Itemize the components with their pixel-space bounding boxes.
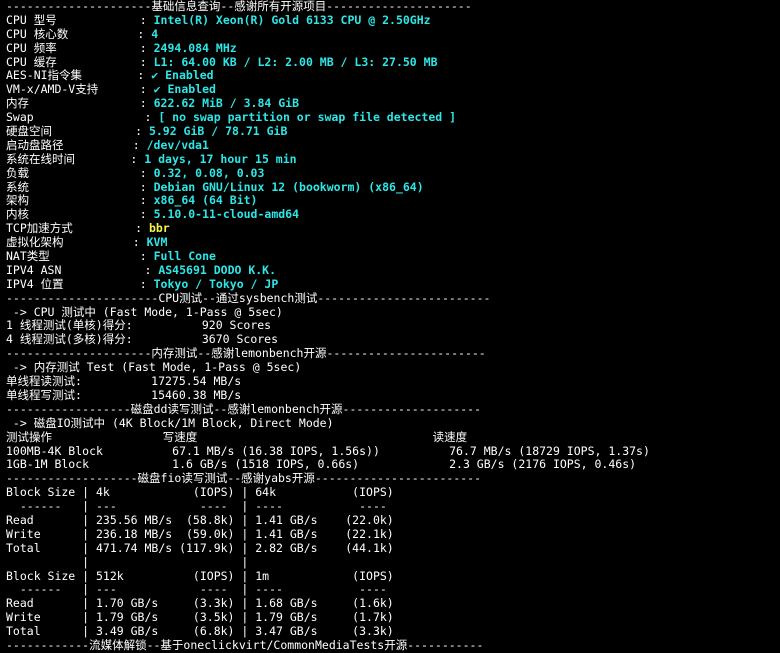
output-line: 4 线程测试(多核)得分: 3670 Scores	[6, 332, 279, 347]
info-value: 5.10.0-11-cloud-amd64	[153, 207, 300, 222]
info-label: 虚拟化架构 :	[6, 235, 147, 250]
info-row: IPV4 位置 : Tokyo / Tokyo / JP	[6, 276, 776, 292]
output-line: Write | 1.79 GB/s (3.5k) | 1.79 GB/s (1.…	[6, 610, 394, 625]
info-row: 启动盘路径 : /dev/vda1	[6, 137, 776, 153]
info-label: CPU 型号 :	[6, 12, 154, 27]
info-value: Full Cone	[153, 249, 216, 264]
info-label: IPV4 ASN :	[6, 262, 159, 277]
info-value: 1 days, 17 hour 15 min	[144, 151, 297, 166]
output-line: 1 线程测试(单核)得分: 920 Scores	[6, 318, 272, 333]
output-line: Total | 471.74 MB/s (117.9k) | 2.82 GB/s…	[6, 540, 394, 555]
section-separator: ---------------------内存测试--感谢lemonbench开…	[6, 346, 486, 361]
section-separator: ------------------磁盘dd读写测试--感谢lemonbench…	[6, 401, 482, 416]
info-value: KVM	[146, 235, 168, 250]
output-line: Write | 236.18 MB/s (59.0k) | 1.41 GB/s …	[6, 526, 394, 541]
info-row: CPU 型号 : Intel(R) Xeon(R) Gold 6133 CPU …	[6, 12, 776, 28]
section-separator: ------------流媒体解锁--基于oneclickvirt/Common…	[6, 637, 484, 652]
output-line: Block Size | 4k (IOPS) | 64k (IOPS)	[6, 485, 394, 500]
info-label: 架构 :	[6, 193, 154, 208]
info-row: 架构 : x86_64 (64 Bit)	[6, 194, 776, 208]
output-line: 1GB-1M Block 1.6 GB/s (1518 IOPS, 0.66s)…	[6, 457, 637, 472]
info-row: 虚拟化架构 : KVM	[6, 235, 776, 250]
section-separator: -------------------磁盘fio读写测试--感谢yabs开源--…	[6, 471, 482, 486]
info-label: 启动盘路径 :	[6, 137, 147, 152]
info-label: CPU 核心数 :	[6, 26, 152, 41]
info-value: AS45691 DODO K.K.	[158, 262, 277, 277]
info-label: 硬盘空间 :	[6, 124, 149, 139]
output-line: Read | 235.56 MB/s (58.8k) | 1.41 GB/s (…	[6, 512, 394, 527]
info-row: 硬盘空间 : 5.92 GiB / 78.71 GiB	[6, 124, 776, 139]
info-row: 内存 : 622.62 MiB / 3.84 GiB	[6, 96, 776, 111]
info-row: IPV4 ASN : AS45691 DODO K.K.	[6, 262, 776, 278]
info-label: TCP加速方式 :	[6, 221, 149, 236]
info-value: L1: 64.00 KB / L2: 2.00 MB / L3: 27.50 M…	[153, 54, 438, 69]
info-value: 2494.084 MHz	[153, 40, 237, 55]
output-line: 100MB-4K Block 67.1 MB/s (16.38 IOPS, 1.…	[6, 443, 650, 458]
output-line: 测试操作 写速度 读速度	[6, 429, 468, 444]
info-value: ✔ Enabled	[151, 68, 214, 83]
info-row: 系统 : Debian GNU/Linux 12 (bookworm) (x86…	[6, 179, 776, 195]
info-value: [ no swap partition or swap file detecte…	[158, 110, 457, 125]
info-value: bbr	[148, 221, 170, 236]
info-label: CPU 缓存 :	[6, 54, 154, 69]
info-value: x86_64 (64 Bit)	[153, 193, 258, 208]
info-row: Swap : [ no swap partition or swap file …	[6, 110, 776, 125]
output-line: -> 磁盘IO测试中 (4K Block/1M Block, Direct Mo…	[6, 415, 334, 430]
info-value: /dev/vda1	[146, 137, 209, 152]
info-row: TCP加速方式 : bbr	[6, 221, 776, 236]
info-label: 系统在线时间 :	[6, 151, 145, 166]
info-value: 622.62 MiB / 3.84 GiB	[153, 96, 300, 111]
output-line: ------ | --- ---- | ---- ----	[6, 582, 394, 597]
info-row: 内核 : 5.10.0-11-cloud-amd64	[6, 207, 776, 222]
terminal-output[interactable]: ---------------------基础信息查询--感谢所有开源项目---…	[6, 0, 776, 653]
section-separator: ---------------------基础信息查询--感谢所有开源项目---…	[6, 0, 472, 13]
info-row: VM-x/AMD-V支持 : ✔ Enabled	[6, 82, 776, 97]
output-line: -> CPU 测试中 (Fast Mode, 1-Pass @ 5sec)	[6, 304, 283, 319]
info-label: 系统 :	[6, 179, 154, 194]
info-label: 负载 :	[6, 165, 154, 180]
output-line: Total | 3.49 GB/s (6.8k) | 3.47 GB/s (3.…	[6, 624, 394, 639]
info-row: 系统在线时间 : 1 days, 17 hour 15 min	[6, 151, 776, 167]
info-value: ✔ Enabled	[153, 82, 216, 97]
output-line: 单线程读测试: 17275.54 MB/s	[6, 374, 242, 389]
info-label: Swap :	[6, 110, 159, 125]
info-value: 0.32, 0.08, 0.03	[153, 165, 265, 180]
info-row: CPU 核心数 : 4	[6, 26, 776, 42]
info-row: CPU 缓存 : L1: 64.00 KB / L2: 2.00 MB / L3…	[6, 54, 776, 70]
output-line: Block Size | 512k (IOPS) | 1m (IOPS)	[6, 568, 394, 583]
section-separator: ----------------------CPU测试--通过sysbench测…	[6, 290, 491, 305]
info-row: NAT类型 : Full Cone	[6, 249, 776, 264]
info-label: AES-NI指令集 :	[6, 68, 152, 83]
info-row: 负载 : 0.32, 0.08, 0.03	[6, 165, 776, 181]
info-label: IPV4 位置 :	[6, 276, 154, 291]
info-label: CPU 频率 :	[6, 40, 154, 55]
info-label: 内核 :	[6, 207, 154, 222]
info-label: VM-x/AMD-V支持 :	[6, 82, 154, 97]
info-label: 内存 :	[6, 96, 154, 111]
info-label: NAT类型 :	[6, 249, 154, 264]
output-line: 单线程写测试: 15460.38 MB/s	[6, 387, 242, 402]
info-value: Intel(R) Xeon(R) Gold 6133 CPU @ 2.50GHz	[153, 12, 431, 27]
output-line: -> 内存测试 Test (Fast Mode, 1-Pass @ 5sec)	[6, 360, 302, 375]
info-row: CPU 频率 : 2494.084 MHz	[6, 40, 776, 56]
info-value: 4	[151, 26, 159, 41]
output-line: | |	[6, 554, 394, 569]
info-value: Tokyo / Tokyo / JP	[153, 276, 279, 291]
info-value: 5.92 GiB / 78.71 GiB	[148, 124, 288, 139]
info-value: Debian GNU/Linux 12 (bookworm) (x86_64)	[153, 179, 424, 194]
info-row: AES-NI指令集 : ✔ Enabled	[6, 69, 776, 83]
output-line: Read | 1.70 GB/s (3.3k) | 1.68 GB/s (1.6…	[6, 596, 394, 611]
output-line: ------ | --- ---- | ---- ----	[6, 499, 394, 514]
